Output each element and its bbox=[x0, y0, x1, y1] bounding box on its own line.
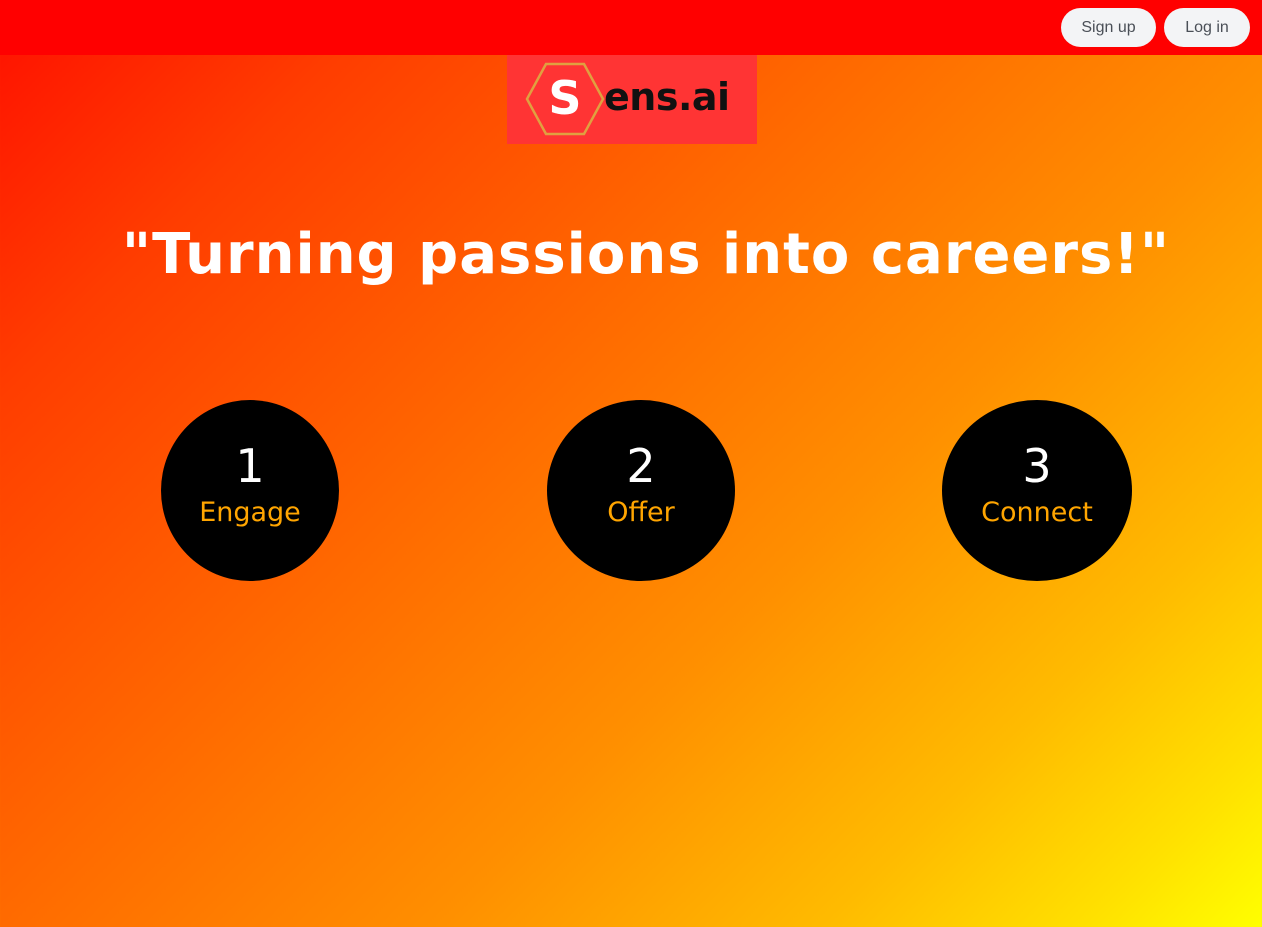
step-label: Offer bbox=[607, 497, 675, 528]
step-label: Connect bbox=[981, 497, 1093, 528]
sign-up-button[interactable]: Sign up bbox=[1061, 8, 1156, 47]
step-number: 3 bbox=[1022, 439, 1052, 493]
step-connect: 3 Connect bbox=[942, 400, 1132, 581]
step-offer: 2 Offer bbox=[547, 400, 735, 581]
log-in-button[interactable]: Log in bbox=[1164, 8, 1250, 47]
logo-wordmark: ens.ai bbox=[604, 75, 730, 119]
step-engage: 1 Engage bbox=[161, 400, 339, 581]
top-bar: Sign up Log in bbox=[0, 0, 1262, 55]
step-number: 2 bbox=[626, 439, 656, 493]
logo-letter: S bbox=[548, 71, 581, 125]
step-label: Engage bbox=[199, 497, 301, 528]
hero-tagline: "Turning passions into careers!" bbox=[121, 222, 1171, 287]
hexagon-logo-icon: S bbox=[525, 62, 605, 136]
step-number: 1 bbox=[235, 439, 265, 493]
logo[interactable]: S ens.ai bbox=[507, 55, 757, 144]
